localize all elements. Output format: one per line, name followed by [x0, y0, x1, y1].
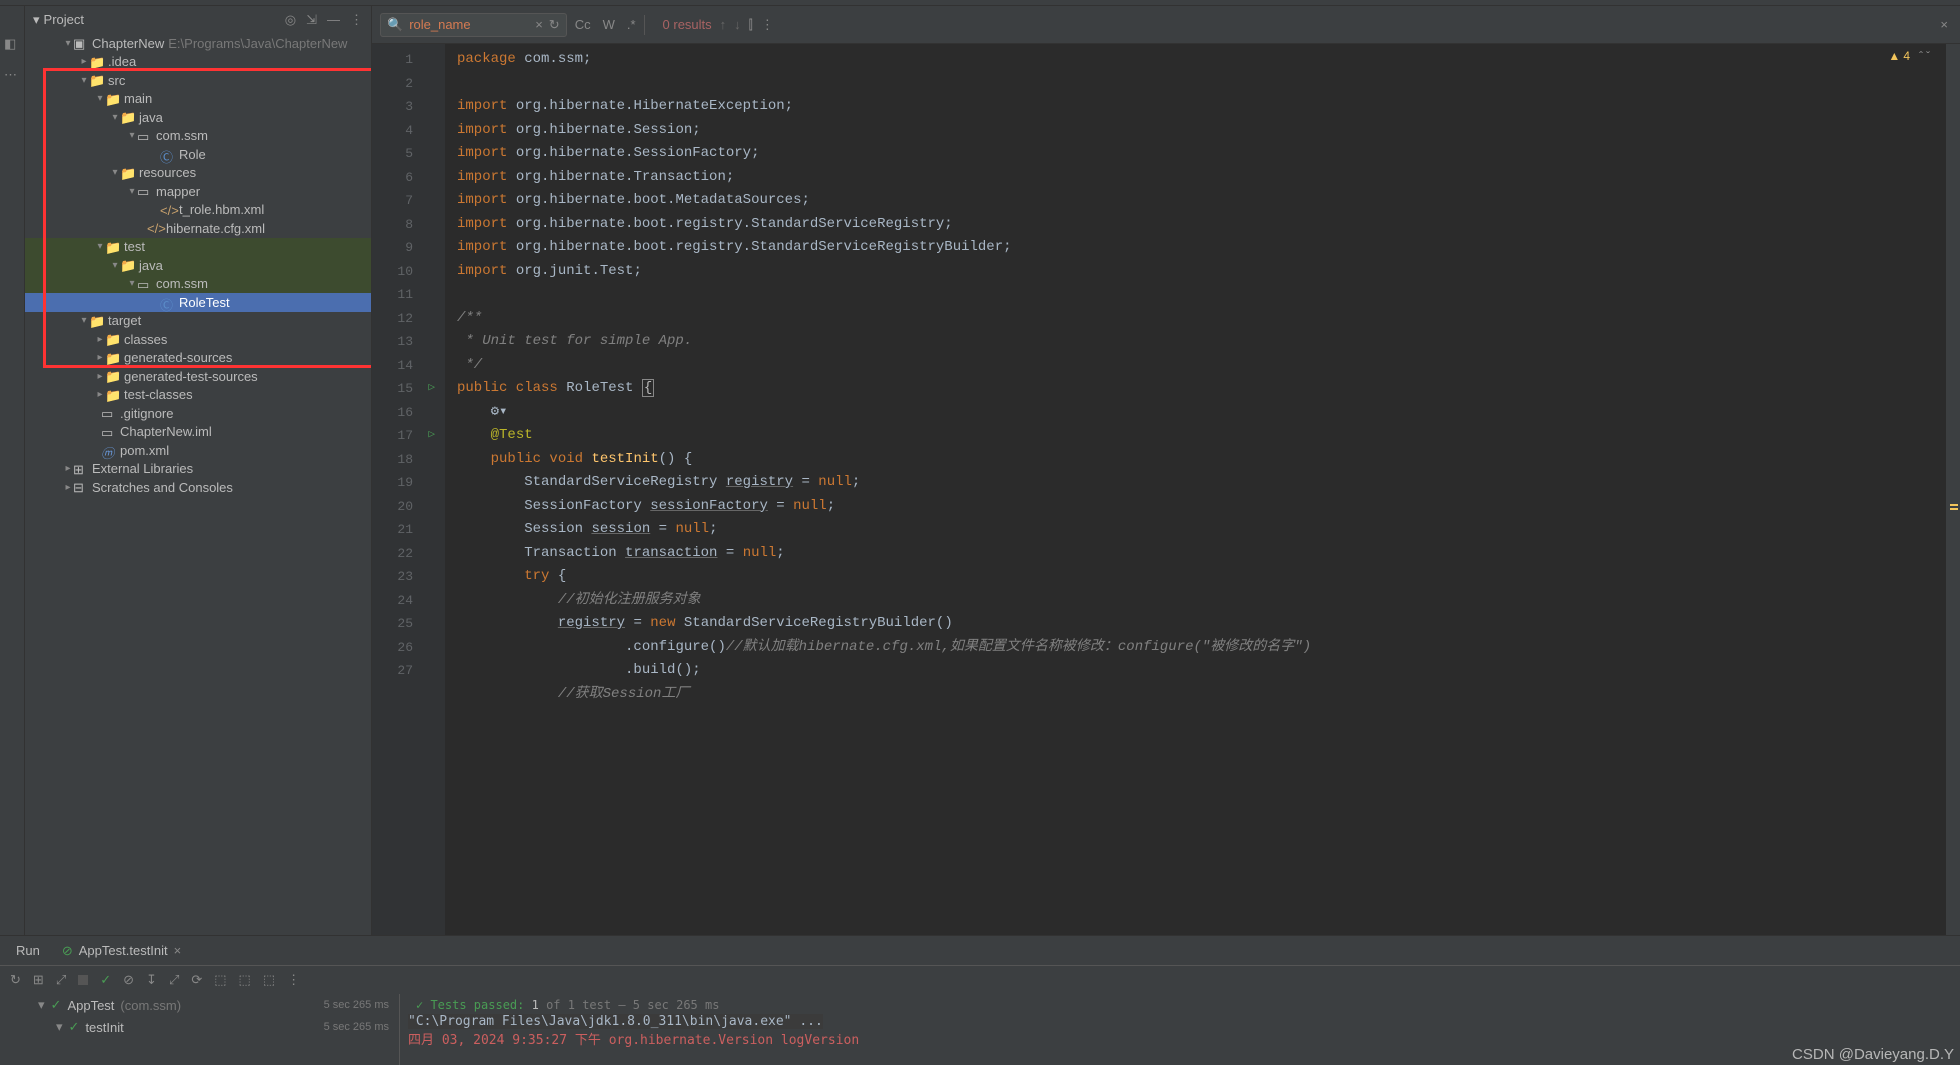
history-icon[interactable]: ↻: [549, 17, 560, 33]
close-find-icon[interactable]: ×: [1936, 17, 1952, 32]
find-input[interactable]: [409, 17, 529, 32]
tree-row-External-Libraries[interactable]: ▸⊞External Libraries: [25, 460, 371, 479]
right-scrollbar[interactable]: [1946, 44, 1960, 935]
close-tab-icon[interactable]: ×: [174, 943, 182, 958]
tree-row-generated-test-sources[interactable]: ▸📁generated-test-sources: [25, 367, 371, 386]
match-case-toggle[interactable]: Cc: [575, 17, 591, 32]
tree-row-src[interactable]: ▾📁src: [25, 71, 371, 90]
test-config-tab[interactable]: ⊘ AppTest.testInit ×: [56, 936, 187, 965]
tests-passed-message: ✓ Tests passed: 1 of 1 test – 5 sec 265 …: [408, 996, 1952, 1014]
clear-icon[interactable]: ×: [535, 17, 543, 33]
bookmarks-icon[interactable]: ⋯: [4, 67, 20, 83]
tree-row--gitignore[interactable]: ▭.gitignore: [25, 404, 371, 423]
tree-row-com-ssm[interactable]: ▾▭com.ssm: [25, 275, 371, 294]
test-row[interactable]: ▾ ✓ testInit 5 sec 265 ms: [0, 1016, 399, 1038]
prev-match-icon[interactable]: ↑: [720, 17, 727, 32]
left-toolwindow-strip: ◧ ⋯: [0, 6, 25, 935]
tree-row-test[interactable]: ▾📁test: [25, 238, 371, 257]
words-toggle[interactable]: W: [603, 17, 615, 32]
tree-row-java[interactable]: ▾📁java: [25, 256, 371, 275]
test-results-tree[interactable]: ▾ ✓ AppTest (com.ssm)5 sec 265 ms▾ ✓ tes…: [0, 994, 400, 1065]
project-title: Project: [44, 12, 84, 27]
tree-row--idea[interactable]: ▸📁.idea: [25, 53, 371, 72]
expand-icon[interactable]: ⤢: [169, 972, 179, 988]
expand-all-icon[interactable]: ⇲: [306, 12, 317, 28]
search-icon[interactable]: 🔍: [387, 17, 403, 33]
warning-icon: ▲: [1888, 49, 1900, 63]
editor-area: 🔍 × ↻ Cc W .* 0 results ↑ ↓ ⫿ ⋮: [372, 6, 1960, 935]
csdn-watermark: CSDN @Davieyang.D.Y: [1792, 1046, 1954, 1063]
chevron-down-icon: ▾: [33, 12, 40, 28]
run-toolwindow: Run ⊘ AppTest.testInit × ↻ ⊞ ⤢ ✓ ⊘ ↧ ⤢ ⟳…: [0, 935, 1960, 1065]
toggle-auto-icon[interactable]: ⤢: [56, 972, 66, 988]
tree-row-ChapterNew-iml[interactable]: ▭ChapterNew.iml: [25, 423, 371, 442]
tree-row-resources[interactable]: ▾📁resources: [25, 164, 371, 183]
next-match-icon[interactable]: ↓: [734, 17, 741, 32]
find-bar: 🔍 × ↻ Cc W .* 0 results ↑ ↓ ⫿ ⋮: [372, 6, 1960, 44]
show-passed-icon[interactable]: ✓: [100, 972, 111, 988]
test-console[interactable]: ✓ Tests passed: 1 of 1 test – 5 sec 265 …: [400, 994, 1960, 1065]
run-tab[interactable]: Run: [10, 936, 46, 965]
more-icon[interactable]: ⋮: [761, 17, 774, 33]
rerun-failed-icon[interactable]: ⊞: [33, 972, 44, 988]
line-number-gutter[interactable]: 123456789101112131415▷ 1617▷181920212223…: [372, 44, 427, 935]
test-row[interactable]: ▾ ✓ AppTest (com.ssm)5 sec 265 ms: [0, 994, 399, 1016]
history-icon[interactable]: ⟳: [191, 972, 202, 988]
settings-icon[interactable]: ⋮: [350, 12, 363, 28]
tree-row-main[interactable]: ▾📁main: [25, 90, 371, 109]
import-icon[interactable]: ⬚: [239, 972, 251, 988]
show-ignored-icon[interactable]: ⊘: [123, 972, 134, 988]
tree-row-test-classes[interactable]: ▸📁test-classes: [25, 386, 371, 405]
test-run-icon: ⊘: [62, 943, 73, 959]
tree-row-classes[interactable]: ▸📁classes: [25, 330, 371, 349]
code-editor[interactable]: package com.ssm; import org.hibernate.Hi…: [445, 44, 1946, 935]
collapse-icon[interactable]: —: [327, 12, 340, 28]
tree-row-t_role-hbm-xml[interactable]: </>t_role.hbm.xml: [25, 201, 371, 220]
select-file-icon[interactable]: ◎: [285, 12, 296, 28]
tree-row-RoleTest[interactable]: ⒸRoleTest: [25, 293, 371, 312]
tree-row-target[interactable]: ▾📁target: [25, 312, 371, 331]
more-icon[interactable]: ⋮: [287, 972, 300, 988]
regex-toggle[interactable]: .*: [627, 17, 636, 32]
rerun-icon[interactable]: ↻: [10, 972, 21, 988]
stop-icon[interactable]: [78, 973, 88, 988]
tree-row-hibernate-cfg-xml[interactable]: </>hibernate.cfg.xml: [25, 219, 371, 238]
tree-row-Role[interactable]: ⒸRole: [25, 145, 371, 164]
find-results-count: 0 results: [663, 17, 712, 32]
project-tree[interactable]: ▾▣ChapterNew E:\Programs\Java\ChapterNew…: [25, 33, 371, 935]
tree-row-generated-sources[interactable]: ▸📁generated-sources: [25, 349, 371, 368]
inspection-badge[interactable]: ▲ 4 ˆ ˇ: [1888, 49, 1930, 63]
console-line: "C:\Program Files\Java\jdk1.8.0_311\bin\…: [408, 1014, 823, 1029]
sort-icon[interactable]: ↧: [146, 972, 157, 988]
tree-row-ChapterNew[interactable]: ▾▣ChapterNew E:\Programs\Java\ChapterNew: [25, 34, 371, 53]
filter-icon[interactable]: ⫿: [749, 17, 753, 33]
project-toolwindow: ▾ Project ◎ ⇲ — ⋮ ▾▣ChapterNew E:\Progra…: [25, 6, 372, 935]
tree-row-pom-xml[interactable]: ⓜpom.xml: [25, 441, 371, 460]
project-header[interactable]: ▾ Project ◎ ⇲ — ⋮: [25, 6, 371, 33]
camera-icon[interactable]: ⬚: [263, 972, 275, 988]
tree-row-java[interactable]: ▾📁java: [25, 108, 371, 127]
tree-row-Scratches-and-Consoles[interactable]: ▸⊟Scratches and Consoles: [25, 478, 371, 497]
export-icon[interactable]: ⬚: [214, 972, 226, 988]
test-toolbar: ↻ ⊞ ⤢ ✓ ⊘ ↧ ⤢ ⟳ ⬚ ⬚ ⬚ ⋮: [0, 966, 1960, 994]
tree-row-mapper[interactable]: ▾▭mapper: [25, 182, 371, 201]
structure-icon[interactable]: ◧: [4, 36, 20, 52]
console-line: 四月 03, 2024 9:35:27 下午 org.hibernate.Ver…: [408, 1029, 1952, 1048]
tree-row-com-ssm[interactable]: ▾▭com.ssm: [25, 127, 371, 146]
